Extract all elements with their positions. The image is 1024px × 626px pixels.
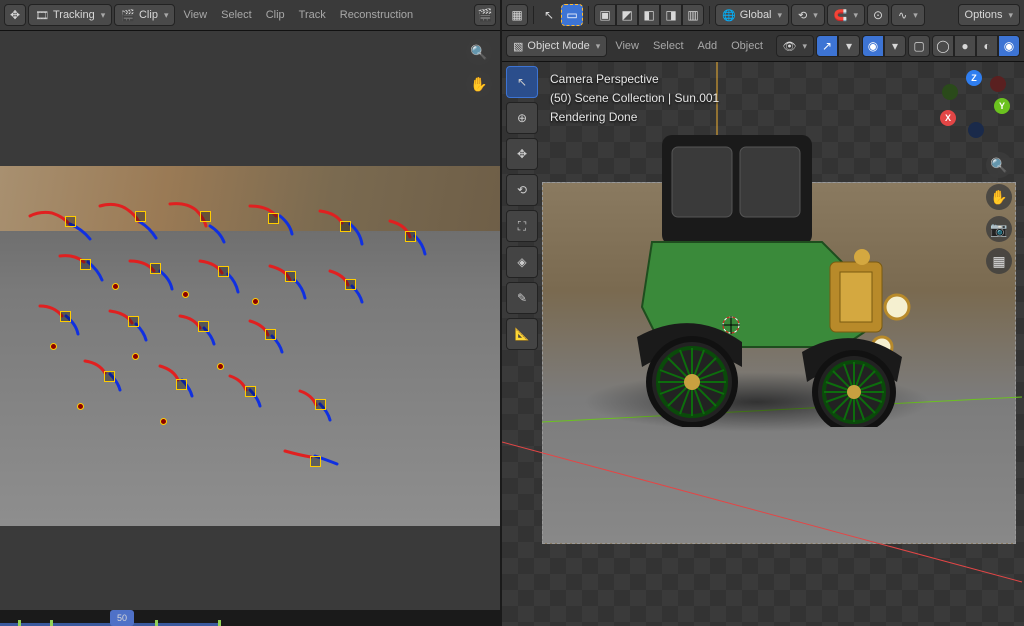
persp-toggle-icon[interactable]: ▦ — [986, 248, 1012, 274]
wireframe-icon[interactable]: ◯ — [932, 35, 954, 57]
menu3d-add[interactable]: Add — [692, 38, 724, 54]
rendered-icon[interactable]: ◉ — [998, 35, 1020, 57]
overlay-line3: Rendering Done — [550, 108, 719, 127]
app-root: ✥ 🎞 Tracking 🎬 Clip View Select Clip Tra… — [0, 0, 1024, 626]
proportional-icon[interactable]: ⊙ — [867, 4, 889, 26]
clip-viewport[interactable]: 🔍 ✋ — [0, 31, 500, 610]
zoom-icon[interactable]: 🔍 — [466, 39, 492, 65]
clip-timeline[interactable]: 50 — [0, 610, 500, 626]
gizmo-z-label: Z — [971, 73, 977, 83]
tool-transform[interactable]: ◈ — [506, 246, 538, 278]
overlay-dropdown[interactable]: ▾ — [884, 35, 906, 57]
menu-clip[interactable]: Clip — [260, 7, 291, 23]
orientation-label: Global — [740, 9, 772, 21]
magnet-icon: 🧲 — [834, 9, 848, 22]
snap-dropdown[interactable]: 🧲 — [827, 4, 865, 26]
cube-icon: ▧ — [513, 40, 523, 53]
curve-icon: ∿ — [898, 9, 907, 22]
clip-header: ✥ 🎞 Tracking 🎬 Clip View Select Clip Tra… — [0, 0, 500, 31]
select-intersect-icon[interactable]: ◧ — [638, 4, 660, 26]
tool-annotate[interactable]: ✎ — [506, 282, 538, 314]
clip-editor-pane: ✥ 🎞 Tracking 🎬 Clip View Select Clip Tra… — [0, 0, 502, 626]
select-subtract-icon[interactable]: ◨ — [660, 4, 682, 26]
nav-gizmo[interactable]: Z Y X — [938, 70, 1010, 142]
tool-select[interactable]: ↖ — [506, 66, 538, 98]
tool-move[interactable]: ✥ — [506, 138, 538, 170]
viewport-header: ▦ ↖ ▭ ▣ ◩ ◧ ◨ ▥ 🌐 Global ⟲ 🧲 ⊙ ∿ Options — [502, 0, 1024, 31]
menu3d-select[interactable]: Select — [647, 38, 690, 54]
menu-track[interactable]: Track — [293, 7, 332, 23]
zoom-3d-icon[interactable]: 🔍 — [986, 152, 1012, 178]
tool-cursor[interactable]: ⊕ — [506, 102, 538, 134]
clip-dropdown[interactable]: 🎬 Clip — [114, 4, 175, 26]
gizmo-toggle-icon[interactable]: ↗ — [816, 35, 838, 57]
menu-view[interactable]: View — [177, 7, 213, 23]
pan-3d-icon[interactable]: ✋ — [986, 184, 1012, 210]
pan-icon[interactable]: ✋ — [466, 71, 492, 97]
mode-dropdown[interactable]: ▧ Object Mode — [506, 35, 607, 57]
editor-type-3d-icon[interactable]: ▦ — [506, 4, 528, 26]
tool-rotate[interactable]: ⟲ — [506, 174, 538, 206]
select-all-icon[interactable]: ▣ — [594, 4, 616, 26]
playhead[interactable]: 50 — [110, 610, 134, 626]
box-select-icon[interactable]: ▭ — [561, 4, 583, 26]
overlay-line2: (50) Scene Collection | Sun.001 — [550, 89, 719, 108]
solid-icon[interactable]: ● — [954, 35, 976, 57]
clip-label: Clip — [139, 9, 158, 21]
overlay-line1: Camera Perspective — [550, 70, 719, 89]
film-icon: 🎞 — [35, 9, 49, 22]
mode-label: Object Mode — [527, 40, 589, 52]
gizmo-x-label: X — [945, 113, 951, 123]
tool-scale[interactable]: ⛶ — [506, 210, 538, 242]
globe-icon: 🌐 — [722, 9, 736, 22]
tool-shelf: ↖ ⊕ ✥ ⟲ ⛶ ◈ ✎ 📐 — [506, 66, 538, 350]
matprev-icon[interactable]: ◐ — [976, 35, 998, 57]
overlay-info: Camera Perspective (50) Scene Collection… — [550, 70, 719, 128]
editor-type-icon[interactable]: ✥ — [4, 4, 26, 26]
camera-view-icon[interactable]: 📷 — [986, 216, 1012, 242]
proportional-falloff[interactable]: ∿ — [891, 4, 925, 26]
menu3d-object[interactable]: Object — [725, 38, 769, 54]
select-new-icon[interactable]: ▥ — [682, 4, 704, 26]
tracking-dropdown[interactable]: 🎞 Tracking — [28, 4, 112, 26]
car-model — [602, 107, 912, 427]
shading-group: ◯ ● ◐ ◉ — [932, 35, 1020, 57]
options-dropdown[interactable]: Options — [958, 4, 1020, 26]
pivot-icon: ⟲ — [798, 9, 807, 22]
menu3d-view[interactable]: View — [609, 38, 645, 54]
cursor3d-icon — [720, 314, 742, 336]
xray-icon[interactable]: ▢ — [908, 35, 930, 57]
gizmo-y-label: Y — [999, 101, 1005, 111]
pivot-dropdown[interactable]: ⟲ — [791, 4, 825, 26]
clip-float-controls: 🔍 ✋ — [466, 39, 492, 97]
cursor-tool-icon[interactable]: ↖ — [539, 5, 559, 25]
overlay-toggle-icon[interactable]: ◉ — [862, 35, 884, 57]
orientation-dropdown[interactable]: 🌐 Global — [715, 4, 789, 26]
nav-controls: 🔍 ✋ 📷 ▦ — [986, 152, 1012, 274]
current-frame-label: 50 — [117, 613, 127, 623]
clapper-icon: 🎬 — [121, 9, 135, 22]
viewport-pane: ▦ ↖ ▭ ▣ ◩ ◧ ◨ ▥ 🌐 Global ⟲ 🧲 ⊙ ∿ Options — [502, 0, 1024, 626]
select-mode-group: ▣ ◩ ◧ ◨ ▥ — [594, 4, 704, 26]
filmstrip-icon[interactable]: 🎬 — [474, 4, 496, 26]
menu-select[interactable]: Select — [215, 7, 258, 23]
gizmo-dropdown[interactable]: ▾ — [838, 35, 860, 57]
viewport-3d[interactable]: ↖ ⊕ ✥ ⟲ ⛶ ◈ ✎ 📐 Camera Perspective (50) … — [502, 62, 1024, 626]
menu-reconstruction[interactable]: Reconstruction — [334, 7, 419, 23]
select-invert-icon[interactable]: ◩ — [616, 4, 638, 26]
tracking-label: Tracking — [53, 9, 95, 21]
tool-measure[interactable]: 📐 — [506, 318, 538, 350]
viewport-header-2: ▧ Object Mode View Select Add Object 👁 ↗… — [502, 31, 1024, 62]
visibility-dropdown[interactable]: 👁 — [776, 35, 815, 57]
